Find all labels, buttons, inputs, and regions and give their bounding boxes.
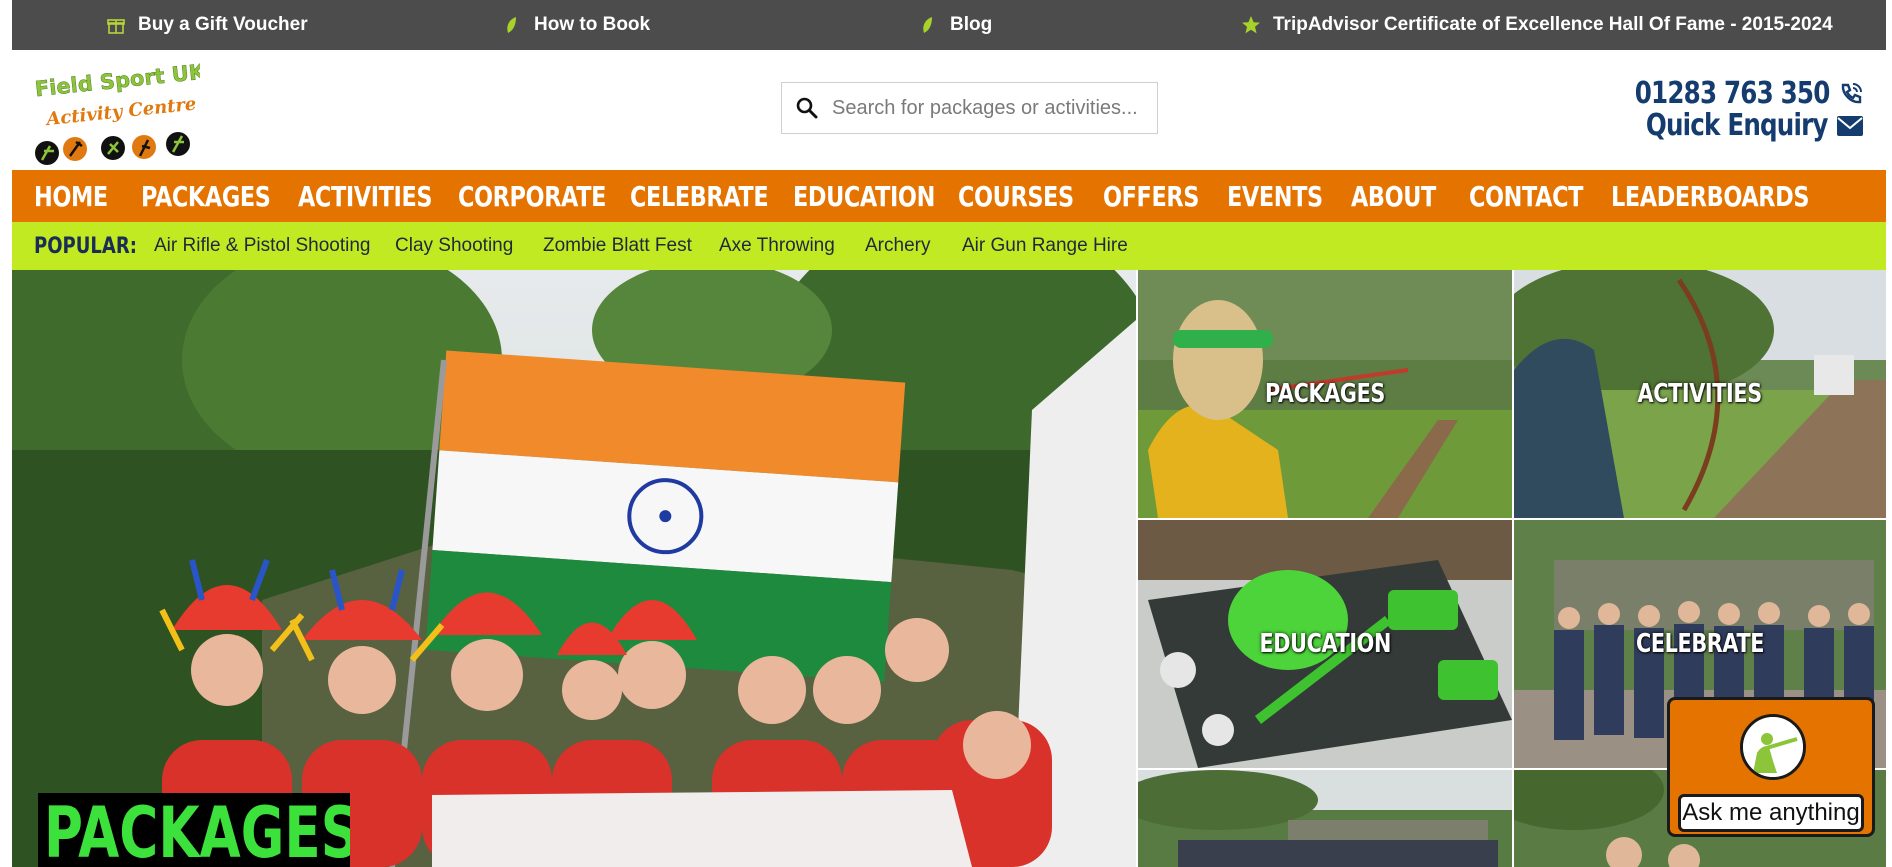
gift-icon: [107, 19, 125, 34]
nav-activities[interactable]: ACTIVITIES: [298, 170, 433, 222]
phone-link[interactable]: 01283 763 350: [1592, 78, 1864, 110]
leaf-icon: [923, 17, 932, 33]
tripadvisor-label: TripAdvisor Certificate of Excellence Ha…: [1273, 14, 1833, 35]
popular-zombie-blatt[interactable]: Zombie Blatt Fest: [543, 222, 692, 270]
how-to-book-label: How to Book: [534, 14, 651, 35]
hero-photo: [12, 270, 1136, 867]
tile-bottom-left-photo: [1138, 770, 1512, 867]
site-logo[interactable]: Field Sport UK Activity Centre: [30, 56, 200, 172]
shooter-avatar-icon: [1740, 714, 1806, 780]
tile-activities-label: ACTIVITIES: [1637, 379, 1763, 409]
page: Buy a Gift Voucher How to Book Blog Trip…: [0, 0, 1892, 867]
blog-label: Blog: [950, 14, 993, 35]
gift-voucher-link[interactable]: Buy a Gift Voucher: [106, 0, 308, 50]
nav-about[interactable]: ABOUT: [1351, 170, 1436, 222]
mail-icon: [1837, 116, 1863, 136]
how-to-book-link[interactable]: How to Book: [502, 0, 650, 50]
ask-me-anything-button[interactable]: Ask me anything: [1678, 794, 1864, 832]
nav-education[interactable]: EDUCATION: [793, 170, 935, 222]
popular-label: POPULAR:: [34, 233, 137, 259]
nav-contact[interactable]: CONTACT: [1469, 170, 1583, 222]
main-navigation: HOME PACKAGES ACTIVITIES CORPORATE CELEB…: [12, 170, 1886, 222]
tile-celebrate-label: CELEBRATE: [1635, 629, 1765, 659]
popular-air-rifle[interactable]: Air Rifle & Pistol Shooting: [154, 222, 371, 270]
star-icon: [1242, 16, 1260, 34]
search-icon[interactable]: [782, 82, 832, 134]
nav-celebrate[interactable]: CELEBRATE: [630, 170, 769, 222]
nav-offers[interactable]: OFFERS: [1103, 170, 1199, 222]
nav-leaderboards[interactable]: LEADERBOARDS: [1611, 170, 1809, 222]
blog-link[interactable]: Blog: [918, 0, 992, 50]
leaf-icon: [507, 17, 516, 33]
phone-number: 01283 763 350: [1635, 76, 1831, 111]
gift-voucher-label: Buy a Gift Voucher: [138, 14, 308, 35]
nav-corporate[interactable]: CORPORATE: [458, 170, 606, 222]
tile-education-label: EDUCATION: [1259, 629, 1391, 659]
tile-bottom-left[interactable]: [1138, 770, 1512, 867]
nav-packages[interactable]: PACKAGES: [141, 170, 271, 222]
top-bar: Buy a Gift Voucher How to Book Blog Trip…: [12, 0, 1886, 50]
search-input[interactable]: [832, 96, 1142, 120]
popular-clay-shooting[interactable]: Clay Shooting: [395, 222, 513, 270]
phone-icon: [1841, 83, 1862, 104]
hero-title: PACKAGES: [38, 793, 350, 867]
tile-packages[interactable]: PACKAGES: [1138, 270, 1512, 518]
nav-events[interactable]: EVENTS: [1227, 170, 1323, 222]
popular-axe-throwing[interactable]: Axe Throwing: [719, 222, 835, 270]
tile-activities[interactable]: ACTIVITIES: [1514, 270, 1886, 518]
tile-education[interactable]: EDUCATION: [1138, 520, 1512, 768]
logo-activity-icons: [35, 132, 190, 165]
quick-enquiry-link[interactable]: Quick Enquiry: [1592, 110, 1864, 142]
hero-banner[interactable]: PACKAGES: [12, 270, 1136, 867]
tile-packages-label: PACKAGES: [1265, 379, 1385, 409]
popular-archery[interactable]: Archery: [865, 222, 930, 270]
tripadvisor-link[interactable]: TripAdvisor Certificate of Excellence Ha…: [1241, 0, 1833, 50]
nav-courses[interactable]: COURSES: [958, 170, 1074, 222]
search-box: [781, 82, 1158, 134]
logo-line2: Activity Centre: [43, 94, 197, 131]
quick-enquiry-label: Quick Enquiry: [1646, 108, 1829, 143]
popular-bar: POPULAR: Air Rifle & Pistol Shooting Cla…: [12, 222, 1886, 270]
header-contact: 01283 763 350 Quick Enquiry: [1592, 78, 1864, 142]
popular-air-gun-range[interactable]: Air Gun Range Hire: [962, 222, 1128, 270]
nav-home[interactable]: HOME: [34, 170, 108, 222]
chat-widget[interactable]: Ask me anything: [1667, 697, 1875, 837]
